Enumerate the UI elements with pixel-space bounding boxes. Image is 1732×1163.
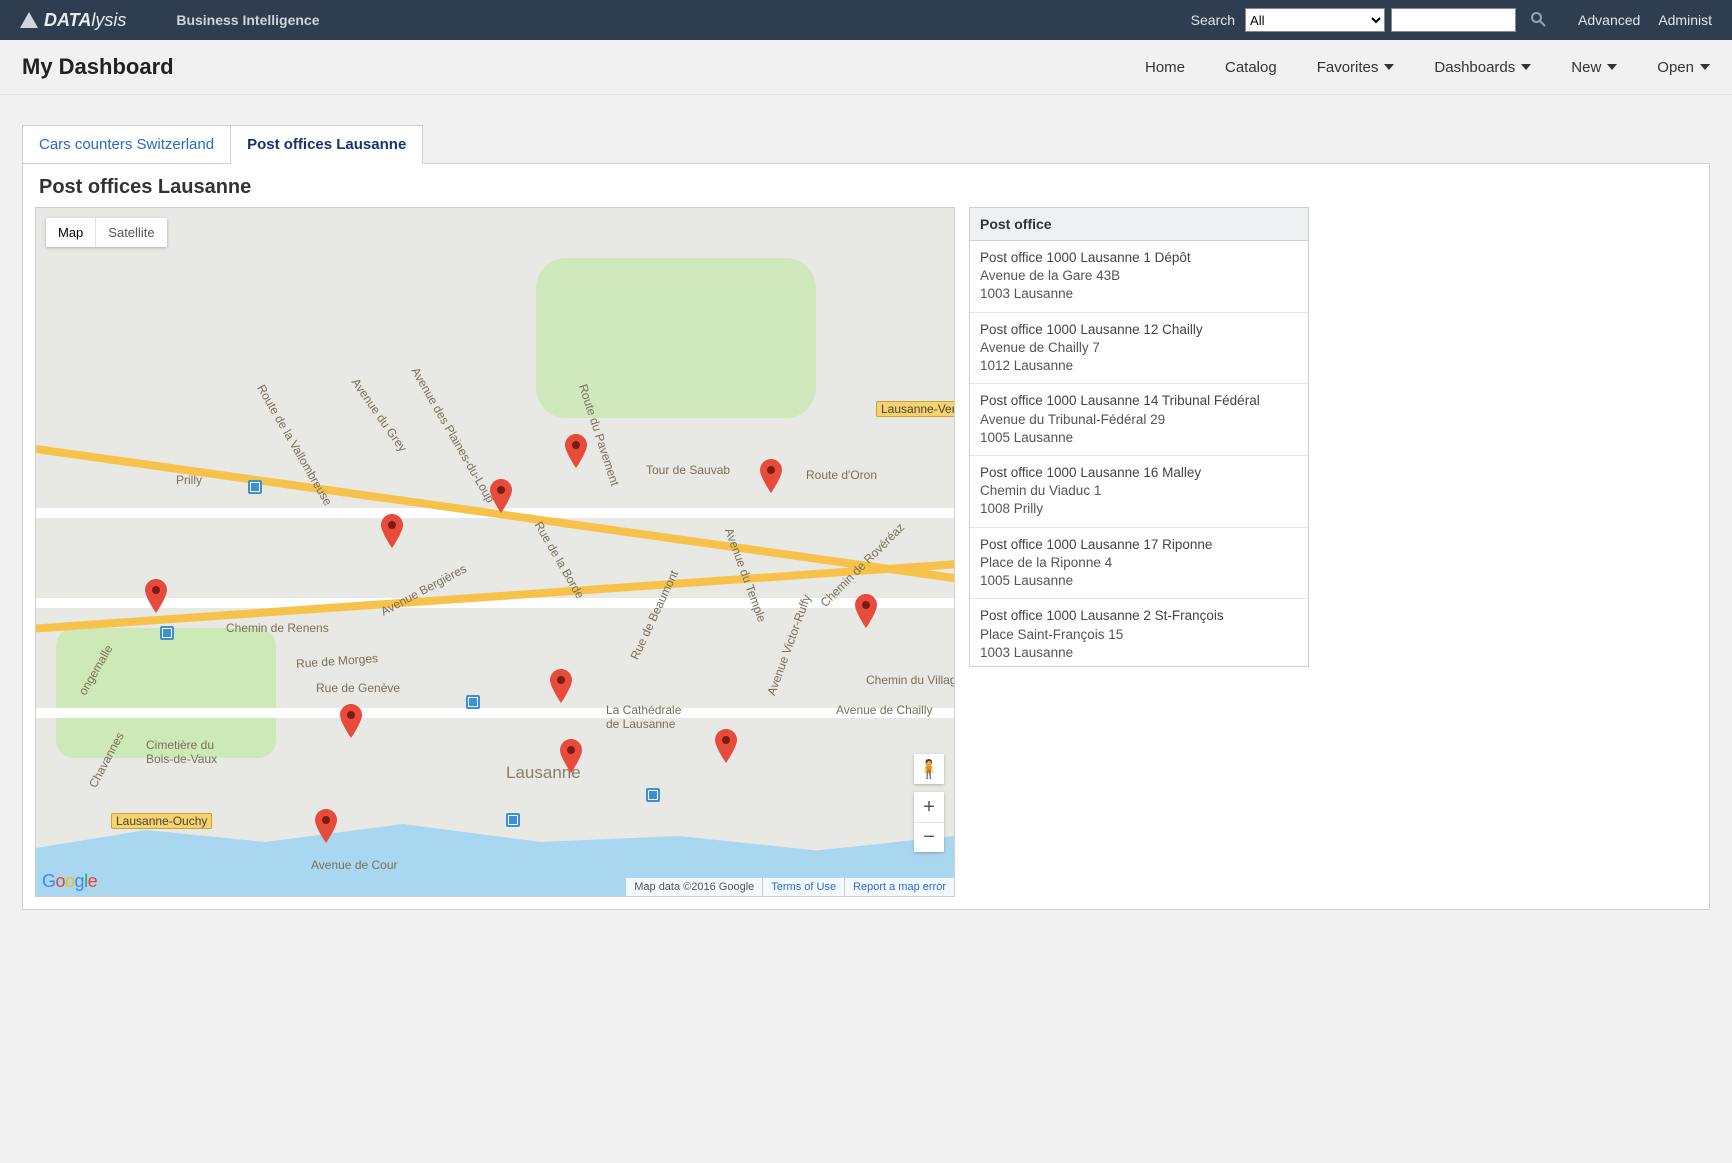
brand-subtitle: Business Intelligence	[176, 12, 319, 28]
table-row[interactable]: Post office 1000 Lausanne 12 ChaillyAven…	[970, 313, 1308, 385]
chevron-down-icon	[1521, 64, 1531, 70]
chevron-down-icon	[1384, 64, 1394, 70]
transit-icon	[466, 695, 480, 709]
brand-text-2: lysis	[91, 10, 126, 30]
nav-home[interactable]: Home	[1145, 59, 1185, 76]
table-row[interactable]: Post office 1000 Lausanne 16 MalleyChemi…	[970, 456, 1308, 528]
map-label-village: Chemin du Village	[866, 673, 955, 687]
map-tag-vennes: Lausanne-Vennes	[876, 401, 955, 417]
map-pin[interactable]	[549, 669, 573, 693]
map-label-cathedrale: La Cathédrale de Lausanne	[606, 703, 681, 731]
map-attribution: Map data ©2016 Google Terms of Use Repor…	[626, 878, 954, 896]
nav-catalog[interactable]: Catalog	[1225, 59, 1277, 76]
page-title: My Dashboard	[22, 54, 174, 80]
panel-title: Post offices Lausanne	[39, 176, 1697, 199]
post-office-list: Post office Post office 1000 Lausanne 1 …	[969, 207, 1309, 897]
map-label-sauvab: Tour de Sauvab	[646, 463, 730, 477]
grid-header[interactable]: Post office	[970, 208, 1308, 241]
dashboard-panel: Post offices Lausanne Lausanne Prilly La…	[22, 163, 1710, 910]
table-row[interactable]: Post office 1000 Lausanne 17 RiponnePlac…	[970, 528, 1308, 600]
tab-post-offices[interactable]: Post offices Lausanne	[231, 125, 423, 163]
search-scope-select[interactable]: All	[1245, 8, 1385, 32]
nav-open[interactable]: Open	[1657, 59, 1710, 76]
transit-icon	[646, 788, 660, 802]
map-pin[interactable]	[144, 579, 168, 603]
transit-icon	[248, 480, 262, 494]
map-pin[interactable]	[854, 594, 878, 618]
admin-link[interactable]: Administ	[1658, 12, 1712, 28]
grid-body[interactable]: Post office 1000 Lausanne 1 DépôtAvenue …	[970, 241, 1308, 666]
table-row[interactable]: Post office 1000 Lausanne 1 DépôtAvenue …	[970, 241, 1308, 313]
chevron-down-icon	[1700, 64, 1710, 70]
attrib-data: Map data ©2016 Google	[626, 878, 762, 896]
attrib-terms[interactable]: Terms of Use	[762, 878, 844, 896]
map-pin[interactable]	[339, 704, 363, 728]
advanced-link[interactable]: Advanced	[1578, 12, 1640, 28]
transit-icon	[160, 626, 174, 640]
attrib-report[interactable]: Report a map error	[844, 878, 954, 896]
table-row[interactable]: Post office 1000 Lausanne 14 Tribunal Fé…	[970, 384, 1308, 456]
map-canvas[interactable]: Lausanne Prilly La Cathédrale de Lausann…	[35, 207, 955, 897]
tab-cars-counters[interactable]: Cars counters Switzerland	[22, 125, 231, 163]
map-type-map[interactable]: Map	[46, 218, 95, 247]
brand-text-1: DATA	[44, 10, 91, 30]
streetview-pegman-icon[interactable]: 🧍	[914, 754, 944, 784]
chevron-down-icon	[1607, 64, 1617, 70]
search-input[interactable]	[1391, 8, 1516, 32]
map-type-satellite[interactable]: Satellite	[95, 218, 166, 247]
zoom-out-button[interactable]: −	[914, 822, 944, 852]
search-label: Search	[1191, 12, 1235, 28]
map-pin[interactable]	[759, 459, 783, 483]
map-tag-ouchy: Lausanne-Ouchy	[111, 813, 212, 829]
map-tiles	[36, 208, 954, 896]
triangle-icon	[20, 12, 38, 28]
transit-icon	[506, 813, 520, 827]
map-pin[interactable]	[314, 809, 338, 833]
map-label-geneve: Rue de Genève	[316, 681, 400, 695]
map-pin[interactable]	[489, 479, 513, 503]
map-label-chailly: Avenue de Chailly	[836, 703, 933, 717]
map-type-toggle: Map Satellite	[46, 218, 167, 247]
map-label-oron: Route d'Oron	[806, 468, 877, 482]
zoom-control: + −	[914, 792, 944, 852]
table-row[interactable]: Post office 1000 Lausanne 2 St-FrançoisP…	[970, 599, 1308, 666]
search-icon[interactable]	[1530, 11, 1546, 30]
zoom-in-button[interactable]: +	[914, 792, 944, 822]
map-label-cimetiere: Cimetière du Bois-de-Vaux	[146, 738, 217, 766]
map-pin[interactable]	[714, 729, 738, 753]
nav-dashboards[interactable]: Dashboards	[1434, 59, 1531, 76]
google-logo: Google	[42, 871, 97, 892]
map-pin[interactable]	[564, 434, 588, 458]
dashboard-tabs: Cars counters Switzerland Post offices L…	[22, 125, 1710, 163]
map-label-prilly: Prilly	[176, 473, 202, 487]
map-pin[interactable]	[559, 739, 583, 763]
nav-favorites[interactable]: Favorites	[1317, 59, 1395, 76]
dashboard-header: My Dashboard Home Catalog Favorites Dash…	[0, 40, 1732, 95]
nav-new[interactable]: New	[1571, 59, 1617, 76]
map-pin[interactable]	[380, 514, 404, 538]
global-header: DATAlysis Business Intelligence Search A…	[0, 0, 1732, 40]
map-label-cour: Avenue de Cour	[311, 858, 398, 872]
brand-logo[interactable]: DATAlysis	[20, 10, 126, 31]
map-label-renens: Chemin de Renens	[226, 621, 329, 635]
